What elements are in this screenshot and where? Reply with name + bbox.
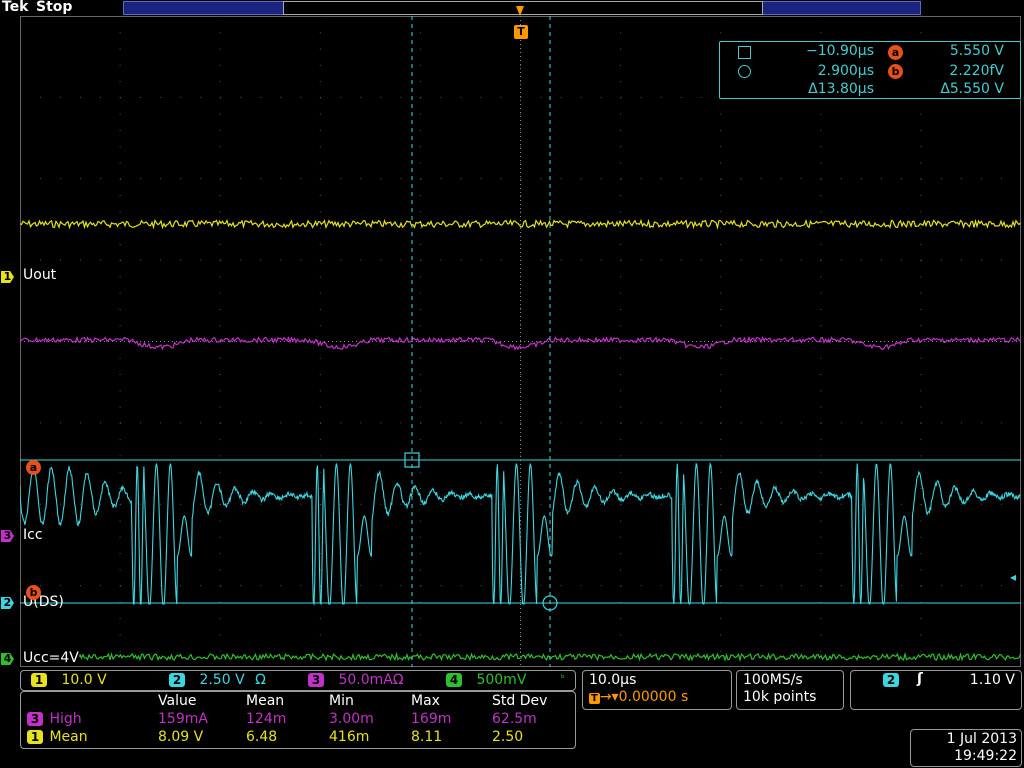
ch3-ground-marker[interactable]: 3 [1, 530, 14, 542]
ch4-label: Ucc=4V [23, 650, 79, 666]
cursor-readout-panel: −10.90µs 2.900µs Δ13.80µs a b 5.550 V 2.… [719, 41, 1021, 99]
meas-cell: 2.50 [492, 729, 524, 745]
square-cursor-icon [738, 46, 751, 59]
top-status-bar: Tek Stop [0, 0, 1024, 16]
brand-logo: Tek [2, 0, 29, 15]
timebase-panel[interactable]: 10.0µs T →▾0.00000 s [582, 670, 732, 710]
meas-cell: 8.11 [411, 729, 443, 745]
meas-row-1[interactable]: 3 High [27, 711, 82, 727]
meas-header-mean: Mean [246, 693, 285, 709]
trigger-position: T →▾0.00000 s [589, 689, 689, 705]
meas-header-max: Max [411, 693, 440, 709]
record-length: 10k points [743, 689, 817, 705]
meas-cell: 6.48 [246, 729, 278, 745]
cursor-b-icon: b [888, 64, 903, 79]
meas-header-value: Value [158, 693, 197, 709]
ch2-scale[interactable]: 2 2.50 V Ω [169, 672, 266, 688]
ch4-num-icon: 4 [446, 673, 462, 687]
meas-cell: 124m [246, 711, 287, 727]
ohm-icon: Ω [255, 672, 266, 688]
ch2-num-icon: 2 [883, 673, 899, 687]
cursor-a-icon: a [888, 45, 903, 60]
cursor2-time: 2.900µs [817, 63, 874, 79]
cursor-b-value: 2.220fV [949, 63, 1004, 79]
ch1-ground-marker[interactable]: 1 [1, 271, 14, 283]
measurement-table: Value Mean Min Max Std Dev 3 High 159mA … [20, 691, 576, 749]
ch2-num-icon: 2 [169, 673, 185, 687]
meas-cell: 62.5m [492, 711, 537, 727]
trigger-source: 2 [883, 672, 899, 688]
ch3-label: Icc [23, 527, 43, 543]
meas-cell: 416m [329, 729, 370, 745]
b-limit-icon: ᵇ [561, 674, 565, 684]
waveform-display[interactable] [20, 16, 1021, 667]
marker-a-icon: a [26, 460, 41, 475]
trigger-delay-icon: T [589, 693, 600, 704]
meas-header-min: Min [329, 693, 354, 709]
meas-cell: 169m [411, 711, 452, 727]
meas-header-stddev: Std Dev [492, 693, 548, 709]
cursor-delta-time: Δ13.80µs [808, 81, 874, 97]
date: 1 Jul 2013 [946, 731, 1017, 747]
channel-scale-bar: 1 10.0 V 2 2.50 V Ω 3 50.0mAΩ 4 500mV ᵇ [20, 670, 576, 691]
offscreen-arrow-icon: ◂ [1010, 570, 1017, 584]
marker-b-icon: b [26, 585, 41, 600]
datetime-panel: 1 Jul 2013 19:49:22 [910, 729, 1022, 767]
acquisition-status: Stop [36, 0, 73, 15]
cursor1-time: −10.90µs [805, 43, 874, 59]
ch1-num-icon: 1 [27, 730, 43, 744]
horizontal-scale: 10.0µs [589, 672, 637, 688]
meas-row-2[interactable]: 1 Mean [27, 729, 88, 745]
trigger-position-marker[interactable] [515, 2, 525, 16]
ch2-ground-marker[interactable]: 2 [1, 597, 14, 609]
ch3-num-icon: 3 [308, 673, 324, 687]
meas-cell: 8.09 V [158, 729, 204, 745]
time: 19:49:22 [954, 748, 1017, 764]
meas-cell: 3.00m [329, 711, 374, 727]
ch1-num-icon: 1 [31, 673, 47, 687]
ch1-scale[interactable]: 1 10.0 V [31, 672, 107, 688]
trigger-t-icon: T [514, 25, 528, 39]
ch4-scale[interactable]: 4 500mV [446, 672, 526, 688]
trigger-level: 1.10 V [969, 672, 1015, 688]
sample-rate: 100MS/s [743, 672, 803, 688]
ch3-scale[interactable]: 3 50.0mAΩ [308, 672, 404, 688]
acquisition-panel[interactable]: 100MS/s 10k points [736, 670, 844, 710]
ch3-num-icon: 3 [27, 712, 43, 726]
cursor-a-value: 5.550 V [949, 43, 1004, 59]
ch3-trace [20, 335, 1021, 351]
cursor-delta-value: Δ5.550 V [940, 81, 1004, 97]
trigger-panel[interactable]: 2 ʃ 1.10 V [850, 670, 1022, 710]
ch1-label: Uout [23, 267, 57, 283]
ch4-ground-marker[interactable]: 4 [1, 653, 14, 665]
meas-cell: 159mA [158, 711, 208, 727]
rising-edge-icon: ʃ [917, 671, 923, 687]
circle-cursor-icon [738, 65, 751, 78]
